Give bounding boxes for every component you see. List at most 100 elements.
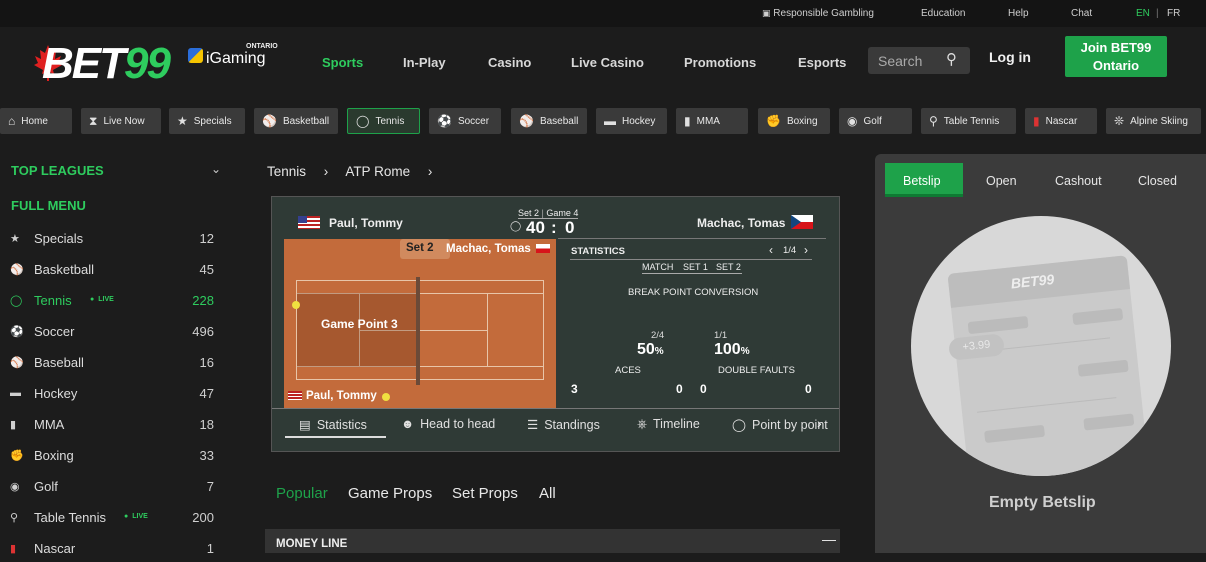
- chip-live-now[interactable]: ⧗ Live Now: [81, 108, 161, 134]
- tab-point-by-point[interactable]: ◯ Point by point: [732, 417, 828, 432]
- chevron-left-icon[interactable]: ‹: [769, 243, 773, 257]
- chip-basketball[interactable]: ⚾ Basketball: [254, 108, 338, 134]
- baseball-icon: ⚾: [519, 114, 534, 128]
- chip-mma[interactable]: ▮ MMA: [676, 108, 748, 134]
- join-button[interactable]: Join BET99 Ontario: [1065, 36, 1167, 77]
- responsible-gambling-link[interactable]: ▣ Responsible Gambling: [762, 8, 874, 19]
- stats-col-match[interactable]: MATCH: [642, 262, 673, 272]
- chip-golf[interactable]: ◉ Golf: [839, 108, 912, 134]
- nav-esports[interactable]: Esports: [798, 55, 846, 70]
- breadcrumb-sport[interactable]: Tennis: [267, 164, 306, 179]
- chip-hockey[interactable]: ▬ Hockey: [596, 108, 667, 134]
- stats-col-set1[interactable]: SET 1: [683, 262, 708, 272]
- money-line-header[interactable]: MONEY LINE —: [265, 529, 840, 553]
- education-link[interactable]: Education: [921, 8, 965, 19]
- chip-boxing[interactable]: ✊ Boxing: [758, 108, 830, 134]
- betslip-panel: Betslip Open Cashout Closed BET99 +3.99 …: [875, 154, 1206, 553]
- tab-betslip[interactable]: Betslip: [885, 163, 963, 197]
- tab-set-props[interactable]: Set Props: [452, 485, 518, 502]
- tennis-court-visual: Set 2 Machac, Tomas Game Point 3 Paul, T…: [284, 239, 556, 409]
- sidebar-item-boxing[interactable]: ✊ Boxing 33: [10, 445, 214, 469]
- broadcast-icon: ⧗: [89, 113, 98, 128]
- nav-sports[interactable]: Sports: [322, 55, 363, 70]
- df-left-value: 0: [700, 382, 707, 396]
- chevron-down-icon[interactable]: ⌄: [211, 162, 221, 176]
- lang-fr-link[interactable]: FR: [1167, 8, 1180, 19]
- top-leagues-toggle[interactable]: TOP LEAGUES: [11, 163, 104, 178]
- stats-col-set2[interactable]: SET 2: [716, 262, 741, 272]
- lang-en-link[interactable]: EN: [1136, 8, 1150, 19]
- login-button[interactable]: Log in: [989, 49, 1031, 65]
- breadcrumb-event[interactable]: ATP Rome: [345, 164, 410, 179]
- baseball-icon: ⚾: [10, 357, 24, 369]
- hockey-icon: ▬: [604, 114, 616, 128]
- tab-statistics[interactable]: ▤ Statistics: [299, 417, 367, 432]
- sidebar-item-baseball[interactable]: ⚾ Baseball 16: [10, 352, 214, 376]
- tab-head-to-head[interactable]: ☻ Head to head: [401, 417, 495, 431]
- chip-baseball[interactable]: ⚾ Baseball: [511, 108, 587, 134]
- tab-closed[interactable]: Closed: [1138, 174, 1177, 188]
- search-box[interactable]: Search ⚲: [868, 47, 970, 74]
- tab-popular[interactable]: Popular: [276, 485, 328, 502]
- golf-icon: ◉: [10, 481, 20, 493]
- chip-soccer[interactable]: ⚽ Soccer: [429, 108, 501, 134]
- tab-standings[interactable]: ☰ Standings: [527, 417, 600, 432]
- player2-name: Machac, Tomas: [697, 216, 786, 230]
- brand-logo[interactable]: BET99: [28, 39, 173, 88]
- bp-right-pct: 100%: [714, 341, 750, 358]
- chip-home[interactable]: ⌂ Home: [0, 108, 72, 134]
- star-icon: ★: [10, 233, 20, 245]
- chevron-right-icon[interactable]: ›: [817, 415, 822, 431]
- nav-in-play[interactable]: In-Play: [403, 55, 446, 70]
- double-faults-label: DOUBLE FAULTS: [718, 365, 795, 376]
- tab-game-props[interactable]: Game Props: [348, 485, 432, 502]
- soccer-icon: ⚽: [10, 326, 24, 338]
- search-input[interactable]: Search: [878, 53, 922, 69]
- tab-open[interactable]: Open: [986, 174, 1017, 188]
- match-scoreboard: Paul, Tommy Set 2 | Game 4 ◯ 40 : 0 Mach…: [271, 196, 840, 452]
- microphone-icon: ⎈: [637, 417, 648, 431]
- chat-link[interactable]: Chat: [1071, 8, 1092, 19]
- collapse-icon[interactable]: —: [822, 531, 836, 547]
- logo-text: BET99: [42, 39, 171, 88]
- sidebar-item-hockey[interactable]: ▬ Hockey 47: [10, 383, 214, 407]
- sidebar-item-tennis[interactable]: ◯TennisLIVE228: [10, 290, 214, 314]
- empty-betslip-illustration: BET99 +3.99: [911, 216, 1171, 476]
- sidebar-item-specials[interactable]: ★ Specials 12: [10, 228, 214, 252]
- serve-ball-icon: ◯: [510, 221, 522, 232]
- chip-specials[interactable]: ★ Specials: [169, 108, 245, 134]
- tab-cashout[interactable]: Cashout: [1055, 174, 1102, 188]
- sidebar-item-basketball[interactable]: ⚾ Basketball 45: [10, 259, 214, 283]
- aces-left-value: 3: [571, 382, 578, 396]
- sidebar-item-nascar[interactable]: ▮ Nascar 1: [10, 538, 214, 562]
- hockey-icon: ▬: [10, 387, 21, 399]
- chip-tennis[interactable]: ◯ Tennis: [347, 108, 420, 134]
- chip-table-tennis[interactable]: ⚲ Table Tennis: [921, 108, 1016, 134]
- us-flag-icon: [298, 216, 320, 229]
- chevron-right-icon[interactable]: ›: [804, 243, 808, 257]
- nav-live-casino[interactable]: Live Casino: [571, 55, 644, 70]
- ball-icon: [292, 301, 300, 309]
- court-set-badge: Set 2: [400, 239, 450, 259]
- boxing-icon: ✊: [766, 114, 781, 128]
- nav-promotions[interactable]: Promotions: [684, 55, 756, 70]
- search-icon[interactable]: ⚲: [946, 50, 957, 68]
- igaming-ontario-logo: ONTARIO iGaming: [188, 43, 288, 74]
- court-player-bottom: Paul, Tommy: [306, 390, 377, 402]
- nav-casino[interactable]: Casino: [488, 55, 531, 70]
- tab-all[interactable]: All: [539, 485, 556, 502]
- help-link[interactable]: Help: [1008, 8, 1029, 19]
- live-badge: LIVE: [124, 513, 148, 520]
- chip-nascar[interactable]: ▮ Nascar: [1025, 108, 1097, 134]
- sidebar-item-golf[interactable]: ◉ Golf 7: [10, 476, 214, 500]
- chip-alpine-skiing[interactable]: ❊ Alpine Skiing: [1106, 108, 1201, 134]
- serve-ball-icon: [382, 393, 390, 401]
- golf-icon: ◉: [847, 114, 858, 128]
- breadcrumb: Tennis › ATP Rome ›: [267, 164, 432, 179]
- nascar-icon: ▮: [10, 543, 17, 555]
- sidebar-item-mma[interactable]: ▮ MMA 18: [10, 414, 214, 438]
- tab-timeline[interactable]: ⎈ Timeline: [637, 417, 700, 432]
- sidebar-item-soccer[interactable]: ⚽ Soccer 496: [10, 321, 214, 345]
- us-flag-icon: [288, 391, 302, 400]
- sidebar-item-table-tennis[interactable]: ⚲Table TennisLIVE200: [10, 507, 214, 531]
